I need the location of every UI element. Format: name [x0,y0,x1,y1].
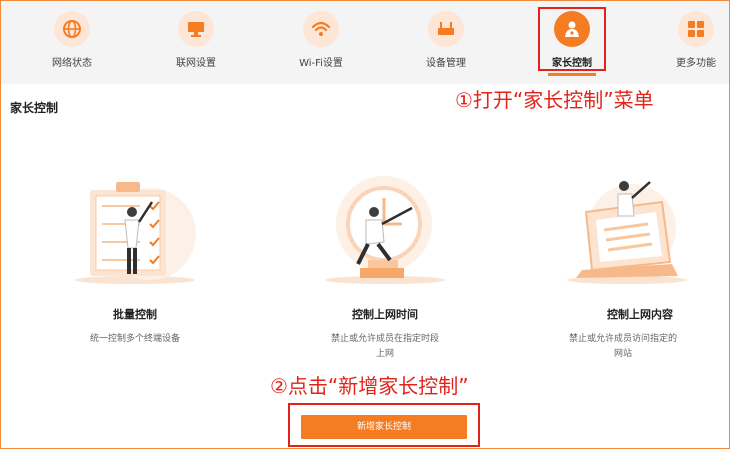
annotation-step2: ②点击“新增家长控制” [270,374,469,398]
nav-item-more-functions[interactable]: 更多功能 [656,1,730,84]
card-desc: 禁止或允许成员访问指定的 网站 [528,332,718,362]
card-title: 控制上网时间 [352,308,418,321]
nav-label: 更多功能 [676,58,716,69]
parental-icon [554,11,590,47]
nav-item-device-management[interactable]: 设备管理 [406,1,486,84]
nav-label: 网络状态 [52,58,92,69]
top-nav: 网络状态 联网设置 Wi-Fi设置 设备管理 家长控制 更多功能 [1,1,729,84]
nav-item-network-status[interactable]: 网络状态 [32,1,112,84]
active-indicator [548,73,596,76]
card-desc: 禁止或允许成员在指定时段 上网 [290,332,480,362]
laptop-illustration [562,172,692,284]
card-desc-line: 禁止或允许成员在指定时段 [330,334,439,344]
nav-item-parental-control[interactable]: 家长控制 [532,1,612,84]
nav-label: 联网设置 [176,58,216,69]
card-title: 控制上网内容 [607,308,673,321]
card-desc-line: 网站 [613,349,632,359]
annotation-step1: ①打开“家长控制”菜单 [455,88,654,112]
nav-item-wifi-settings[interactable]: Wi-Fi设置 [281,1,361,84]
globe-icon [54,11,90,47]
router-icon [428,11,464,47]
page-title: 家长控制 [10,101,59,115]
nav-label: 设备管理 [426,58,466,69]
card-desc-line: 统一控制多个终端设备 [89,334,180,344]
add-parental-control-button[interactable]: 新增家长控制 [301,415,467,439]
card-desc-line: 禁止或允许成员访问指定的 [568,334,677,344]
add-button-highlight: 新增家长控制 [288,403,480,447]
nav-label: 家长控制 [552,58,592,69]
monitor-icon [178,11,214,47]
clock-illustration [320,172,450,284]
grid-icon [678,11,714,47]
card-desc-line: 上网 [375,349,394,359]
nav-label: Wi-Fi设置 [299,58,343,69]
card-title: 批量控制 [113,308,157,321]
wifi-icon [303,11,339,47]
nav-item-internet-settings[interactable]: 联网设置 [156,1,236,84]
card-desc: 统一控制多个终端设备 [40,332,230,347]
checklist-illustration [70,172,200,284]
